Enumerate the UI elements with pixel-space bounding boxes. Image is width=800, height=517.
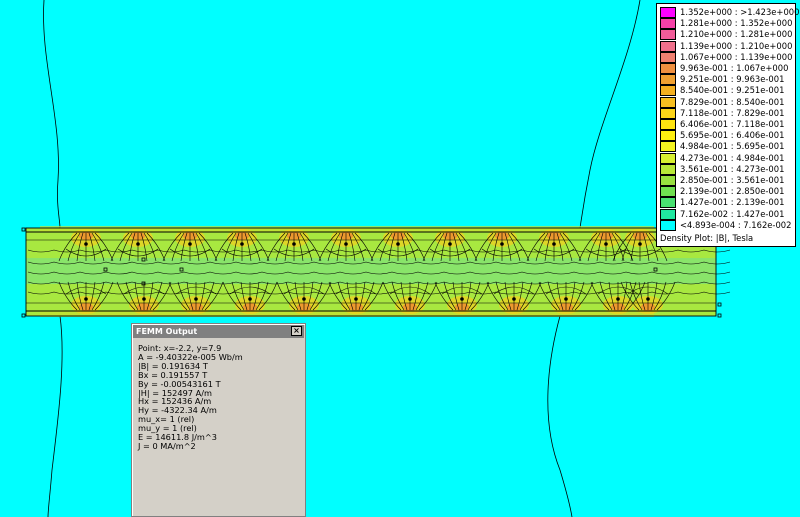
magnet-node <box>408 297 412 301</box>
legend-row: 7.162e-002 : 1.427e-001 <box>660 208 785 220</box>
magnet-node <box>84 242 88 246</box>
legend-label: 1.352e+000 : >1.423e+000 <box>680 7 800 17</box>
legend-row: 1.067e+000 : 1.139e+000 <box>660 51 793 63</box>
magnet-node <box>194 297 198 301</box>
legend-row: 1.139e+000 : 1.210e+000 <box>660 40 793 52</box>
legend-label: 7.829e-001 : 8.540e-001 <box>680 96 785 107</box>
legend-caption: Density Plot: |B|, Tesla <box>660 233 754 243</box>
legend-label: 7.162e-002 : 1.427e-001 <box>680 208 785 219</box>
magnet-node <box>552 242 556 246</box>
legend-swatch <box>660 7 676 18</box>
density-legend: 1.352e+000 : >1.423e+000 1.281e+000 : 1.3… <box>656 3 799 247</box>
legend-label: 4.273e-001 : 4.984e-001 <box>680 152 785 163</box>
magnet-node <box>500 242 504 246</box>
legend-swatch <box>660 197 676 209</box>
legend-label: 2.850e-001 : 3.561e-001 <box>680 175 785 185</box>
legend-label: 1.067e+000 : 1.139e+000 <box>680 51 793 62</box>
legend-row: 4.273e-001 : 4.984e-001 <box>660 152 785 164</box>
femm-output-window[interactable]: FEMM Output × Point: x=-2.2, y=7.9 A = -9… <box>131 323 306 517</box>
magnet-node <box>84 297 88 301</box>
magnet-node <box>638 242 642 246</box>
magnet-node <box>396 242 400 246</box>
legend-label: 1.427e-001 : 2.139e-001 <box>680 197 785 208</box>
magnet-node <box>646 297 650 301</box>
legend-row: 1.427e-001 : 2.139e-001 <box>660 197 785 209</box>
legend-row: 7.829e-001 : 8.540e-001 <box>660 96 785 108</box>
legend-swatch <box>660 219 676 231</box>
magnet-node <box>604 242 608 246</box>
legend-swatch <box>660 63 676 74</box>
legend-label: 5.695e-001 : 6.406e-001 <box>680 130 785 141</box>
magnet-node <box>616 297 620 301</box>
magnet-node <box>512 297 516 301</box>
legend-row: 1.210e+000 : 1.281e+000 <box>660 29 793 41</box>
legend-row: 5.695e-001 : 6.406e-001 <box>660 130 785 142</box>
legend-swatch <box>660 107 676 119</box>
magnet-node <box>302 297 306 301</box>
legend-label: 2.139e-001 : 2.850e-001 <box>680 186 785 197</box>
legend-swatch <box>660 96 676 108</box>
legend-swatch <box>660 141 676 153</box>
legend-swatch <box>660 74 676 86</box>
legend-swatch <box>660 130 676 142</box>
legend-label: 8.540e-001 : 9.251e-001 <box>680 85 785 96</box>
legend-swatch <box>660 51 676 63</box>
legend-swatch <box>660 40 676 52</box>
legend-row: 1.352e+000 : >1.423e+000 <box>660 7 799 18</box>
legend-row: 6.406e-001 : 7.118e-001 <box>660 119 784 130</box>
legend-swatch <box>660 175 676 186</box>
femm-output-line: J = 0 MA/m^2 <box>138 440 196 451</box>
magnet-node <box>344 242 348 246</box>
legend-row: <4.893e-004 : 7.162e-002 <box>660 219 792 231</box>
magnet-node <box>188 242 192 246</box>
legend-row: 2.850e-001 : 3.561e-001 <box>660 175 784 186</box>
legend-label: <4.893e-004 : 7.162e-002 <box>680 219 792 230</box>
legend-row: 1.281e+000 : 1.352e+000 <box>660 18 793 30</box>
magnet-node <box>240 242 244 246</box>
legend-label: 1.281e+000 : 1.352e+000 <box>680 18 793 29</box>
magnet-node <box>142 297 146 301</box>
legend-swatch <box>660 163 676 175</box>
legend-row: 3.561e-001 : 4.273e-001 <box>660 163 785 175</box>
femm-output-readout: Point: x=-2.2, y=7.9 A = -9.40322e-005 Wb… <box>138 344 243 451</box>
legend-row: 4.984e-001 : 5.695e-001 <box>660 141 785 153</box>
legend-swatch <box>660 85 676 97</box>
legend-row: 2.139e-001 : 2.850e-001 <box>660 186 785 198</box>
magnet-node <box>292 242 296 246</box>
legend-label: 9.251e-001 : 9.963e-001 <box>680 74 785 85</box>
legend-row: 8.540e-001 : 9.251e-001 <box>660 85 785 97</box>
legend-label: 4.984e-001 : 5.695e-001 <box>680 141 785 152</box>
femm-output-title: FEMM Output <box>136 327 198 336</box>
magnet-node <box>354 297 358 301</box>
magnet-node <box>248 297 252 301</box>
magnet-node <box>448 242 452 246</box>
magnet-node <box>564 297 568 301</box>
legend-swatch <box>660 18 676 30</box>
legend-row: 9.963e-001 : 1.067e+000 <box>660 63 788 74</box>
magnet-node <box>460 297 464 301</box>
legend-swatch <box>660 186 676 198</box>
legend-row: 7.118e-001 : 7.829e-001 <box>660 107 785 119</box>
legend-swatch <box>660 208 676 220</box>
legend-label: 1.139e+000 : 1.210e+000 <box>680 40 793 51</box>
legend-swatch <box>660 119 676 130</box>
legend-label: 3.561e-001 : 4.273e-001 <box>680 163 785 174</box>
legend-swatch <box>660 29 676 41</box>
close-icon[interactable]: × <box>291 326 302 336</box>
legend-label: 1.210e+000 : 1.281e+000 <box>680 29 793 40</box>
legend-swatch <box>660 152 676 164</box>
legend-label: 6.406e-001 : 7.118e-001 <box>680 119 785 129</box>
magnet-node <box>136 242 140 246</box>
legend-row: 9.251e-001 : 9.963e-001 <box>660 74 785 86</box>
legend-label: 9.963e-001 : 1.067e+000 <box>680 63 789 73</box>
legend-label: 7.118e-001 : 7.829e-001 <box>680 107 785 118</box>
femm-output-titlebar[interactable]: FEMM Output × <box>133 325 304 338</box>
